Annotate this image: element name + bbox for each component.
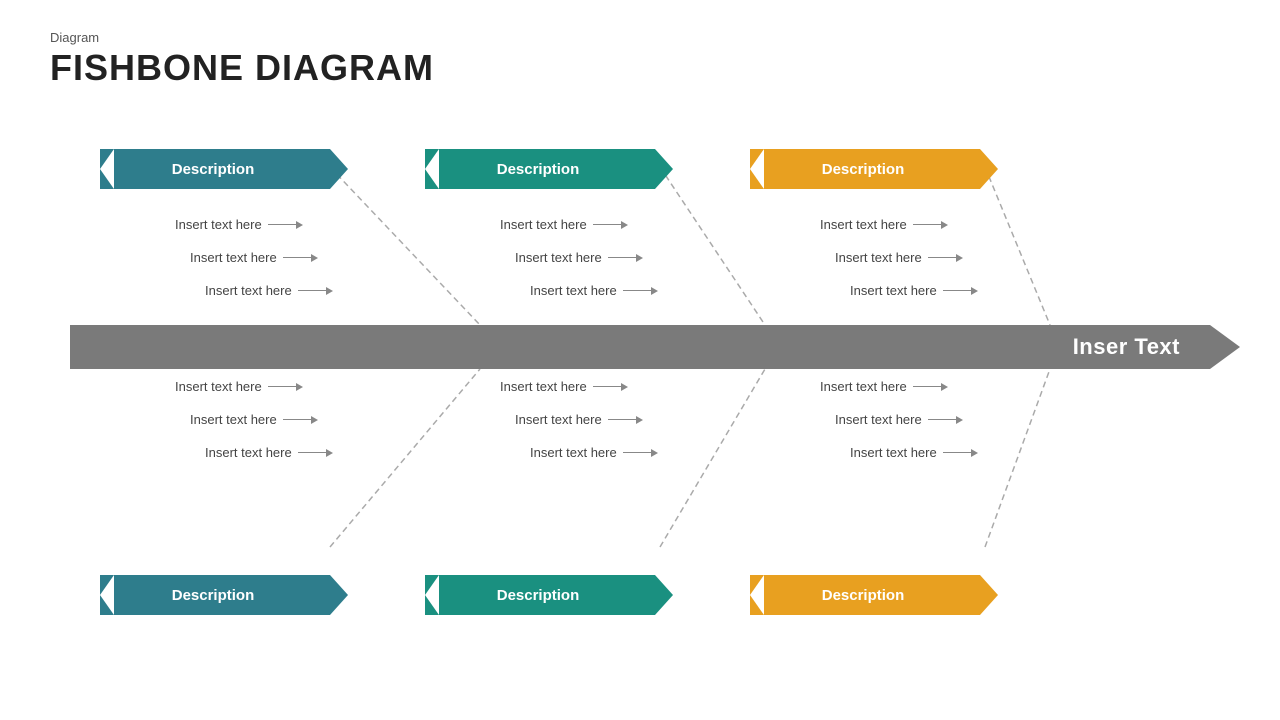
bot-desc-2[interactable]: Description bbox=[425, 575, 655, 615]
spine-label: Inser Text bbox=[1073, 334, 1180, 360]
header-label: Diagram bbox=[50, 30, 1230, 45]
arrow-icon bbox=[913, 383, 948, 391]
top3-item3[interactable]: Insert text here bbox=[850, 283, 978, 298]
bot-desc-1[interactable]: Description bbox=[100, 575, 330, 615]
bot2-item1[interactable]: Insert text here bbox=[500, 379, 628, 394]
arrow-icon bbox=[283, 416, 318, 424]
bot3-item2[interactable]: Insert text here bbox=[835, 412, 963, 427]
page-container: Diagram FISHBONE DIAGRAM Inser Text Desc… bbox=[0, 0, 1280, 720]
arrow-icon bbox=[298, 449, 333, 457]
top3-item2[interactable]: Insert text here bbox=[835, 250, 963, 265]
arrow-icon bbox=[608, 416, 643, 424]
arrow-icon bbox=[268, 383, 303, 391]
arrow-icon bbox=[593, 221, 628, 229]
arrow-icon bbox=[943, 449, 978, 457]
arrow-icon bbox=[298, 287, 333, 295]
top-desc-3[interactable]: Description bbox=[750, 149, 980, 189]
arrow-icon bbox=[943, 287, 978, 295]
arrow-icon bbox=[928, 254, 963, 262]
spine: Inser Text bbox=[70, 325, 1210, 369]
bot3-item1[interactable]: Insert text here bbox=[820, 379, 948, 394]
bot1-item1[interactable]: Insert text here bbox=[175, 379, 303, 394]
top-desc-1[interactable]: Description bbox=[100, 149, 330, 189]
arrow-icon bbox=[913, 221, 948, 229]
arrow-icon bbox=[623, 449, 658, 457]
arrow-icon bbox=[608, 254, 643, 262]
bot1-item2[interactable]: Insert text here bbox=[190, 412, 318, 427]
bot2-item3[interactable]: Insert text here bbox=[530, 445, 658, 460]
top2-item1[interactable]: Insert text here bbox=[500, 217, 628, 232]
top2-item2[interactable]: Insert text here bbox=[515, 250, 643, 265]
top1-item2[interactable]: Insert text here bbox=[190, 250, 318, 265]
top3-item1[interactable]: Insert text here bbox=[820, 217, 948, 232]
arrow-icon bbox=[268, 221, 303, 229]
header-title: FISHBONE DIAGRAM bbox=[50, 47, 1230, 89]
bot3-item3[interactable]: Insert text here bbox=[850, 445, 978, 460]
bot1-item3[interactable]: Insert text here bbox=[205, 445, 333, 460]
top2-item3[interactable]: Insert text here bbox=[530, 283, 658, 298]
top-desc-2[interactable]: Description bbox=[425, 149, 655, 189]
arrow-icon bbox=[928, 416, 963, 424]
top1-item1[interactable]: Insert text here bbox=[175, 217, 303, 232]
arrow-icon bbox=[593, 383, 628, 391]
bot2-item2[interactable]: Insert text here bbox=[515, 412, 643, 427]
top1-item3[interactable]: Insert text here bbox=[205, 283, 333, 298]
arrow-icon bbox=[283, 254, 318, 262]
bot-desc-3[interactable]: Description bbox=[750, 575, 980, 615]
diagram-area: Inser Text Description Insert text here … bbox=[50, 107, 1230, 637]
arrow-icon bbox=[623, 287, 658, 295]
